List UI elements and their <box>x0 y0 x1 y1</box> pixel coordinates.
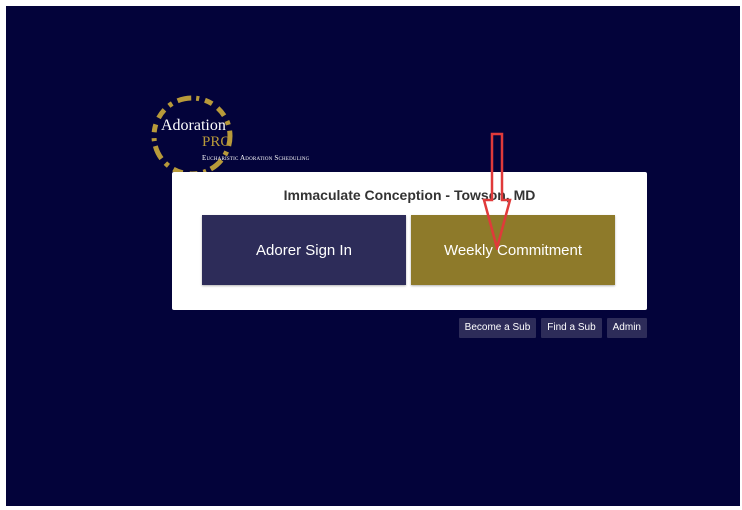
admin-button[interactable]: Admin <box>606 318 647 338</box>
logo-ring-icon <box>151 95 233 177</box>
find-a-sub-button[interactable]: Find a Sub <box>541 318 602 338</box>
app-screen: Adoration PRO Eucharistic Adoration Sche… <box>6 6 740 506</box>
adorer-sign-in-button[interactable]: Adorer Sign In <box>202 215 406 285</box>
secondary-links: Become a Sub Find a Sub Admin <box>458 318 647 338</box>
weekly-commitment-button[interactable]: Weekly Commitment <box>411 215 615 285</box>
logo-wordmark: Adoration <box>161 117 226 134</box>
logo-tagline: Eucharistic Adoration Scheduling <box>202 154 310 162</box>
red-arrow-annotation-icon <box>482 132 512 250</box>
parish-title: Immaculate Conception - Towson, MD <box>283 187 536 203</box>
adoration-pro-logo: Adoration PRO Eucharistic Adoration Sche… <box>146 92 366 182</box>
logo-pro: PRO <box>202 134 232 150</box>
become-a-sub-button[interactable]: Become a Sub <box>458 318 537 338</box>
main-panel: Immaculate Conception - Towson, MD Adore… <box>172 172 647 310</box>
